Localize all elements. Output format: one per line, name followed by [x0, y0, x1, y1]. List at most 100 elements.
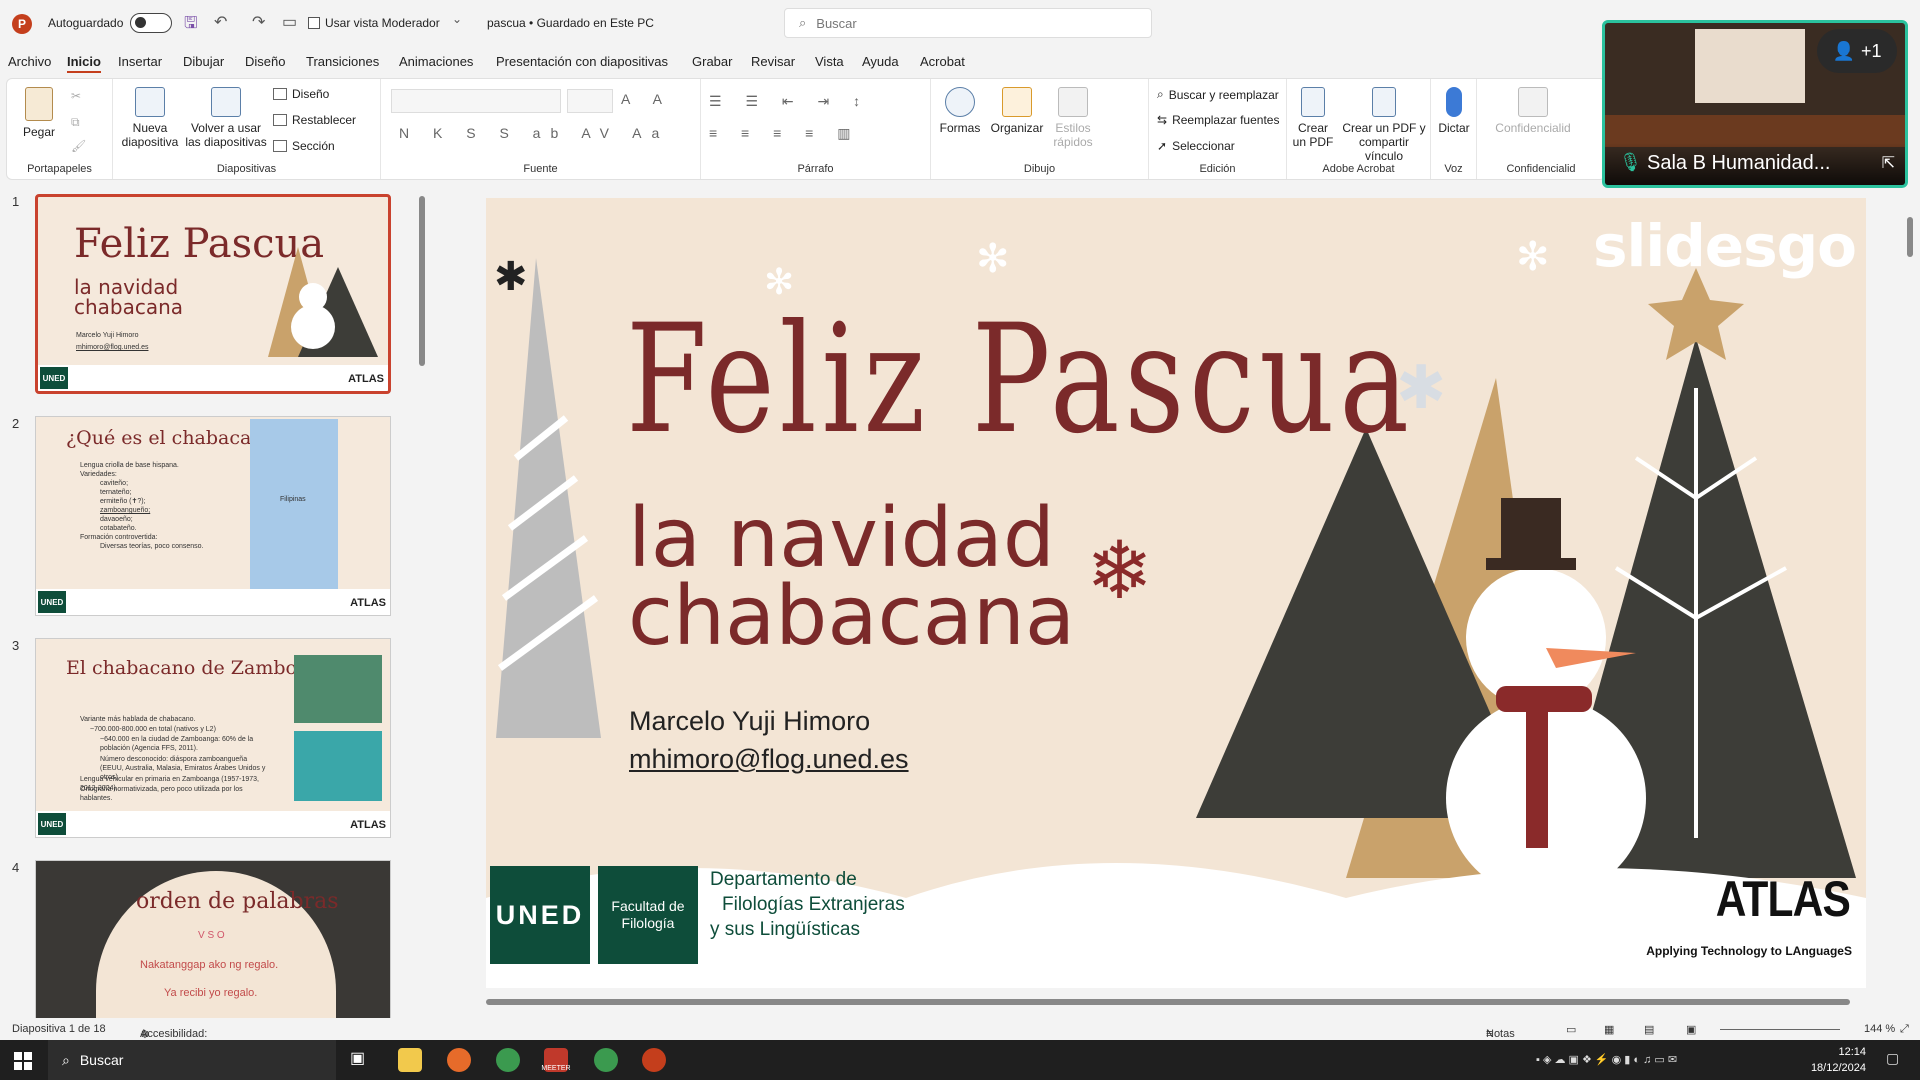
slide-subtitle-line1[interactable]: la navidad	[628, 498, 1055, 580]
group-label: Portapapeles	[27, 163, 92, 175]
meeter-app-icon[interactable]: MEETER	[541, 1048, 571, 1072]
chrome-icon[interactable]	[594, 1048, 618, 1072]
slide-email-link[interactable]: mhimoro@flog.uned.es	[629, 744, 909, 775]
horizontal-scrollbar[interactable]	[440, 994, 1896, 1010]
popout-icon[interactable]: ⇱	[1882, 153, 1895, 173]
dictate-button[interactable]: Dictar	[1435, 87, 1473, 135]
tab-revisar[interactable]: Revisar	[751, 54, 795, 69]
shapes-button[interactable]: Formas	[937, 87, 983, 135]
paste-button[interactable]: Pegar	[19, 87, 59, 139]
font-size-field[interactable]	[567, 89, 613, 113]
group-adobe-acrobat: Crear un PDF Crear un PDF y compartir ví…	[1287, 79, 1431, 179]
save-icon[interactable]: 🖫	[184, 12, 198, 39]
tab-inicio[interactable]: Inicio	[67, 54, 101, 73]
thumb-line: zamboangueño;	[100, 507, 151, 514]
slide-thumbnail-3[interactable]: El chabacano de Zamboanga Variante más h…	[35, 638, 391, 838]
search-input[interactable]: ⌕ Buscar	[784, 8, 1152, 38]
create-pdf-button[interactable]: Crear un PDF	[1291, 87, 1335, 149]
section-button[interactable]: Sección	[273, 139, 335, 153]
uned-logo: UNED	[40, 367, 68, 389]
reuse-slides-button[interactable]: Volver a usar las diapositivas	[185, 87, 267, 149]
slide-subtitle-line2[interactable]: chabacana	[628, 576, 1075, 658]
uned-logo: UNED	[38, 591, 66, 613]
tab-archivo[interactable]: Archivo	[8, 54, 51, 69]
tab-grabar[interactable]: Grabar	[692, 54, 732, 69]
replace-fonts-button[interactable]: ⇆ Reemplazar fuentes	[1157, 113, 1279, 127]
department-line: Departamento de	[710, 869, 857, 890]
slidesgo-watermark: slidesgo	[1592, 212, 1857, 280]
slideshow-icon[interactable]: ▣	[1686, 1023, 1696, 1036]
firefox-icon[interactable]	[447, 1048, 471, 1072]
current-slide[interactable]: ✱ ✻ ✻ ❄ ✱ ✻ slidesgo Feliz Pascua la nav…	[486, 198, 1866, 988]
reading-view-icon[interactable]: ▤	[1644, 1023, 1654, 1036]
system-tray-icons[interactable]: ▪ ◈ ☁ ▣ ❖ ⚡ ◉ ▮ ◐ ♫ ▭ ✉	[1536, 1053, 1677, 1066]
task-view-icon[interactable]: ▣	[350, 1048, 374, 1072]
powerpoint-icon[interactable]	[642, 1048, 666, 1072]
autosave-toggle[interactable]	[130, 13, 172, 33]
fit-slide-icon[interactable]: ⤢	[1900, 1023, 1909, 1036]
slide-number: 4	[12, 860, 20, 875]
new-slide-button[interactable]: Nueva diapositiva	[119, 87, 181, 149]
tab-insertar[interactable]: Insertar	[118, 54, 162, 69]
normal-view-icon[interactable]: ▭	[1566, 1023, 1576, 1036]
chrome-icon[interactable]	[496, 1048, 520, 1072]
slide-title[interactable]: Feliz Pascua	[626, 293, 1414, 467]
tab-transiciones[interactable]: Transiciones	[306, 54, 379, 69]
present-icon[interactable]: ▭	[282, 12, 297, 32]
customize-toolbar-icon[interactable]: ⌄	[452, 12, 462, 26]
tab-ayuda[interactable]: Ayuda	[862, 54, 899, 69]
scroll-thumb[interactable]	[1907, 217, 1913, 257]
moderator-view-checkbox[interactable]: Usar vista Moderador	[308, 16, 440, 30]
create-pdf-share-button[interactable]: Crear un PDF y compartir vínculo	[1339, 87, 1429, 163]
list-buttons[interactable]: ☰ ☰ ⇤ ⇥ ↕	[709, 93, 870, 110]
file-explorer-icon[interactable]	[398, 1048, 422, 1072]
select-button[interactable]: ➚ Seleccionar	[1157, 139, 1235, 153]
slide-thumbnail-2[interactable]: ¿Qué es el chabacano? Lengua criolla de …	[35, 416, 391, 616]
zoom-level[interactable]: 144 %	[1864, 1023, 1895, 1035]
taskbar-search-input[interactable]: ⌕ Buscar	[48, 1040, 336, 1080]
zoom-slider[interactable]	[1720, 1029, 1840, 1030]
tab-animaciones[interactable]: Animaciones	[399, 54, 473, 69]
thumb-line: cotabateño.	[100, 525, 137, 532]
slide-thumbnail-4[interactable]: orden de palabras V S O Nakatanggap ako …	[35, 860, 391, 1020]
document-title[interactable]: pascua • Guardado en Este PC	[487, 16, 654, 30]
group-label: Adobe Acrobat	[1322, 163, 1395, 175]
sensitivity-button[interactable]: Confidencialid	[1483, 87, 1583, 135]
tab-diseno[interactable]: Diseño	[245, 54, 285, 69]
windows-start-icon[interactable]	[14, 1052, 32, 1070]
align-buttons[interactable]: ≡ ≡ ≡ ≡ ▥	[709, 125, 860, 142]
slide-thumbnail-1[interactable]: Feliz Pascua la navidad chabacana Marcel…	[35, 194, 391, 394]
thumb-line: Lengua criolla de base hispana.	[80, 462, 179, 469]
cut-icon[interactable]: ✂	[71, 89, 81, 103]
checkbox-icon[interactable]	[308, 17, 320, 29]
arrange-button[interactable]: Organizar	[989, 87, 1045, 135]
slide-author[interactable]: Marcelo Yuji Himoro	[629, 706, 870, 737]
font-grow-icon[interactable]: A A	[621, 91, 672, 107]
font-format-buttons[interactable]: N K S S ab AV Aa	[399, 125, 669, 141]
thumbnails-scrollbar[interactable]	[416, 182, 428, 1020]
participants-button[interactable]: 👤 +1	[1817, 29, 1897, 73]
vertical-scrollbar[interactable]	[1902, 182, 1918, 992]
format-painter-icon[interactable]: 🖌	[71, 139, 86, 153]
clock[interactable]: 12:14 18/12/2024	[1811, 1044, 1866, 1076]
reuse-slides-icon	[211, 87, 241, 117]
find-replace-button[interactable]: ⌕ Buscar y reemplazar	[1157, 87, 1279, 102]
notifications-icon[interactable]: ▢	[1886, 1050, 1899, 1067]
tab-vista[interactable]: Vista	[815, 54, 844, 69]
layout-button[interactable]: Diseño	[273, 87, 329, 101]
autosave-label: Autoguardado	[48, 16, 124, 30]
tab-dibujar[interactable]: Dibujar	[183, 54, 224, 69]
video-call-overlay[interactable]: 👤 +1 🎙 Sala B Humanidad... ⇱	[1602, 20, 1908, 188]
slide-sorter-icon[interactable]: ▦	[1604, 1023, 1614, 1036]
redo-icon[interactable]: ↷	[252, 12, 265, 32]
font-name-field[interactable]	[391, 89, 561, 113]
quick-styles-button[interactable]: Estilos rápidos	[1049, 87, 1097, 149]
thumb-author: Marcelo Yuji Himoro	[76, 332, 139, 339]
undo-icon[interactable]: ↶	[214, 12, 227, 32]
scroll-thumb[interactable]	[419, 196, 425, 366]
tab-acrobat[interactable]: Acrobat	[920, 54, 965, 69]
scroll-thumb[interactable]	[486, 999, 1850, 1005]
copy-icon[interactable]: ⧉	[71, 115, 80, 130]
reset-button[interactable]: Restablecer	[273, 113, 356, 127]
tab-presentacion[interactable]: Presentación con diapositivas	[496, 54, 668, 69]
